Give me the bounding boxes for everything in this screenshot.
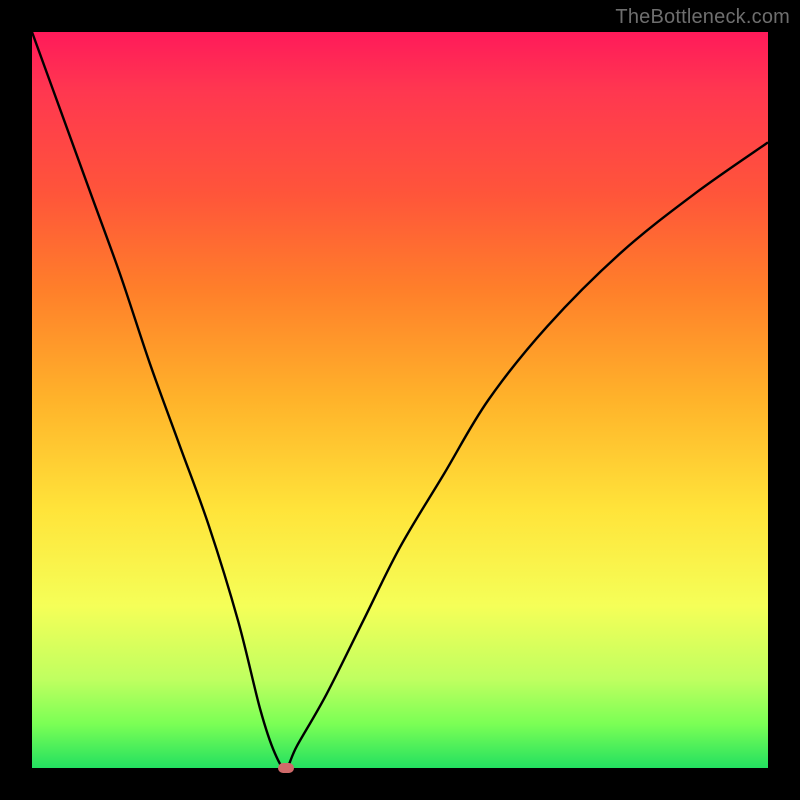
watermark-text: TheBottleneck.com xyxy=(615,6,790,29)
bottleneck-curve xyxy=(32,32,768,768)
chart-plot-area xyxy=(32,32,768,768)
chart-frame: TheBottleneck.com xyxy=(0,0,800,800)
curve-path xyxy=(32,32,768,768)
optimum-marker xyxy=(278,763,294,773)
